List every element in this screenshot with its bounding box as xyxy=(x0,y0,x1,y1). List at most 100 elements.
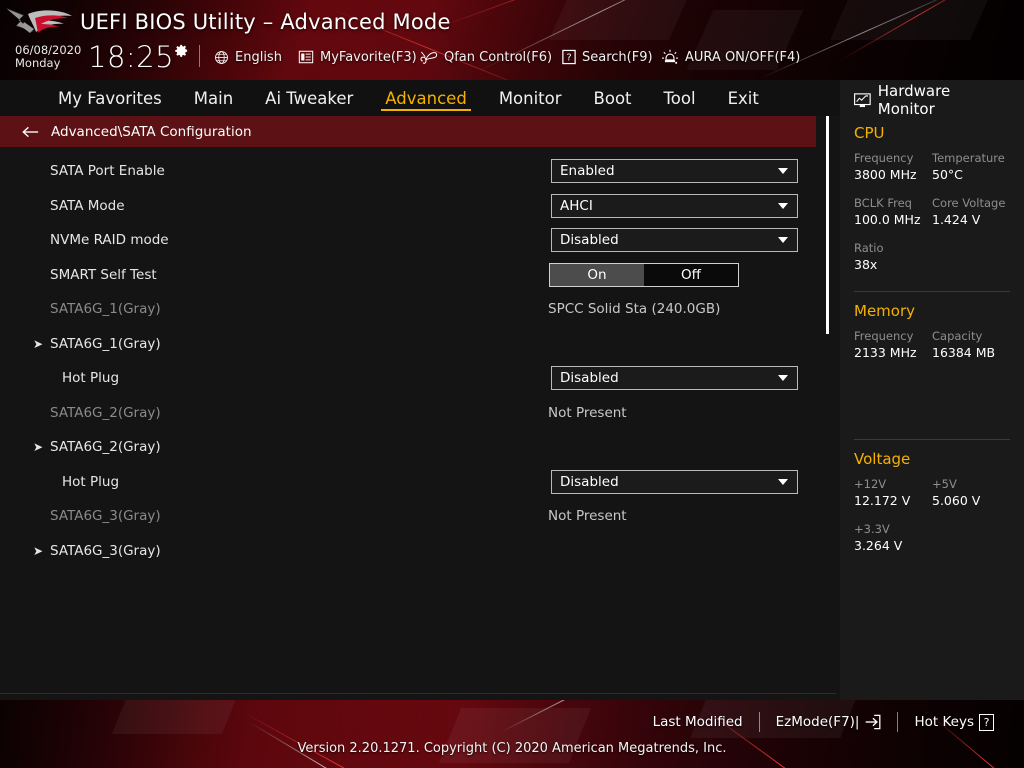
date-display: 06/08/2020 Monday xyxy=(15,44,81,70)
toggle-option-on[interactable]: On xyxy=(550,263,644,286)
header-item-label: AURA ON/OFF(F4) xyxy=(685,49,801,65)
setting-dropdown[interactable]: Disabled xyxy=(551,366,798,390)
content-scrollbar[interactable] xyxy=(826,116,832,578)
dropdown-value: Disabled xyxy=(560,473,619,490)
hm-entry-key: Frequency xyxy=(854,329,914,343)
tab-label: Exit xyxy=(727,88,759,108)
gear-icon[interactable] xyxy=(174,43,189,58)
hm-entry-key: +5V xyxy=(932,477,957,491)
setting-label: SATA Port Enable xyxy=(50,163,165,179)
tab-label: Advanced xyxy=(385,88,467,108)
hm-entry: Ratio 38x xyxy=(854,240,1010,273)
setting-label: NVMe RAID mode xyxy=(50,232,169,248)
tab-my-favorites[interactable]: My Favorites xyxy=(42,80,178,116)
hm-entry-key: BCLK Freq xyxy=(854,196,912,210)
hm-entry: Temperature 50°C xyxy=(932,150,1010,183)
footer-last-modified[interactable]: Last Modified xyxy=(637,714,759,730)
hm-section-grid: +12V 12.172 V +5V 5.060 V +3.3V 3.264 V xyxy=(854,476,1010,566)
setting-static-value: SPCC Solid Sta (240.0GB) xyxy=(548,301,721,317)
hm-entry: Capacity 16384 MB xyxy=(932,328,1010,361)
setting-label: SATA6G_3(Gray) xyxy=(50,542,161,559)
hm-entry: Frequency 2133 MHz xyxy=(854,328,932,361)
setting-dropdown[interactable]: Disabled xyxy=(551,228,798,252)
fan-icon xyxy=(420,51,438,64)
setting-row[interactable]: ➤ SATA6G_3(Gray) xyxy=(0,531,836,571)
footer-hotkeys[interactable]: Hot Keys ? xyxy=(898,713,1010,731)
dropdown-value: Disabled xyxy=(560,370,619,386)
rog-logo xyxy=(6,8,72,33)
scrollbar-thumb[interactable] xyxy=(826,116,829,334)
expand-arrow-icon[interactable]: ➤ xyxy=(33,441,43,453)
tab-ai-tweaker[interactable]: Ai Tweaker xyxy=(249,80,369,116)
header-item-myfavorite[interactable]: MyFavorite(F3) xyxy=(298,47,417,67)
tab-tool[interactable]: Tool xyxy=(648,80,712,116)
tab-label: Monitor xyxy=(498,88,562,108)
hm-section-title: Voltage xyxy=(854,450,911,468)
expand-arrow-icon[interactable]: ➤ xyxy=(33,545,43,557)
tab-exit[interactable]: Exit xyxy=(712,80,775,116)
header-item-aura[interactable]: AURA ON/OFF(F4) xyxy=(661,47,800,67)
breadcrumb-path: Advanced\SATA Configuration xyxy=(51,123,252,140)
tab-label: Main xyxy=(193,88,234,108)
chevron-down-icon[interactable] xyxy=(778,478,788,485)
header-item-language[interactable]: English xyxy=(214,47,282,67)
setting-toggle[interactable]: On Off xyxy=(549,262,739,287)
hm-entry: +12V 12.172 V xyxy=(854,476,932,509)
setting-dropdown[interactable]: Disabled xyxy=(551,469,798,494)
setting-label: SATA Mode xyxy=(50,197,125,214)
hm-entry-key: Core Voltage xyxy=(932,196,1006,210)
dropdown-value: Enabled xyxy=(560,163,615,179)
breadcrumb[interactable]: Advanced\SATA Configuration xyxy=(0,116,816,147)
dropdown-value: AHCI xyxy=(560,197,593,214)
hm-section-title: CPU xyxy=(854,124,885,142)
footer-decor-streak xyxy=(239,710,451,768)
chevron-down-icon[interactable] xyxy=(778,375,788,381)
weekday-value: Monday xyxy=(15,56,61,70)
back-arrow-icon[interactable] xyxy=(22,125,39,139)
header-item-label: Search(F9) xyxy=(582,49,653,65)
monitor-icon xyxy=(854,92,871,107)
tab-label: My Favorites xyxy=(58,88,162,108)
content-divider xyxy=(0,693,836,694)
setting-label: Hot Plug xyxy=(62,370,120,386)
hm-entry: Core Voltage 1.424 V xyxy=(932,195,1010,228)
tab-main[interactable]: Main xyxy=(178,80,249,116)
setting-label: Hot Plug xyxy=(62,473,120,490)
header-item-label: MyFavorite(F3) xyxy=(320,49,417,65)
hm-entry-key: Temperature xyxy=(932,151,1005,165)
hm-entry-value: 3.264 V xyxy=(854,538,903,553)
footer-ezmode[interactable]: EzMode(F7)| xyxy=(760,714,898,730)
setting-static-value: Not Present xyxy=(548,404,627,421)
hm-entry: +5V 5.060 V xyxy=(932,476,1010,509)
chevron-down-icon[interactable] xyxy=(778,237,788,243)
settings-list: SATA Port Enable Enabled SATA Mode AHCI NVMe… xyxy=(0,147,836,689)
header-decor-streak xyxy=(429,0,713,31)
hardware-monitor-title: Hardware Monitor xyxy=(854,80,1010,118)
setting-dropdown[interactable]: AHCI xyxy=(551,193,798,218)
hm-separator xyxy=(854,291,1010,292)
setting-dropdown[interactable]: Enabled xyxy=(551,159,798,183)
exit-arrow-icon xyxy=(866,714,881,730)
header-item-qfan[interactable]: Qfan Control(F6) xyxy=(420,47,552,67)
setting-label: SATA6G_2(Gray) xyxy=(50,439,161,455)
tab-advanced[interactable]: Advanced xyxy=(369,80,483,116)
header-item-label: English xyxy=(235,49,282,65)
dropdown-value: Disabled xyxy=(560,232,619,248)
hm-entry-value: 1.424 V xyxy=(932,212,981,227)
chevron-down-icon[interactable] xyxy=(778,168,788,174)
hm-section-grid: Frequency 2133 MHz Capacity 16384 MB xyxy=(854,328,1010,373)
toggle-option-off[interactable]: Off xyxy=(644,264,738,286)
chevron-down-icon[interactable] xyxy=(778,202,788,209)
header-item-search[interactable]: ? Search(F9) xyxy=(562,47,653,67)
tab-monitor[interactable]: Monitor xyxy=(483,80,578,116)
footer-item-label: EzMode(F7)| xyxy=(775,714,860,730)
svg-text:?: ? xyxy=(566,53,571,64)
footer-actions: Last Modified EzMode(F7)| Hot Keys ? xyxy=(637,712,1010,732)
tab-label: Boot xyxy=(593,88,632,108)
globe-icon xyxy=(215,50,228,64)
aura-light-icon xyxy=(662,49,678,64)
hm-entry-value: 50°C xyxy=(932,167,963,182)
page-title: UEFI BIOS Utility – Advanced Mode xyxy=(80,10,451,34)
tab-boot[interactable]: Boot xyxy=(578,80,648,116)
expand-arrow-icon[interactable]: ➤ xyxy=(33,338,43,350)
